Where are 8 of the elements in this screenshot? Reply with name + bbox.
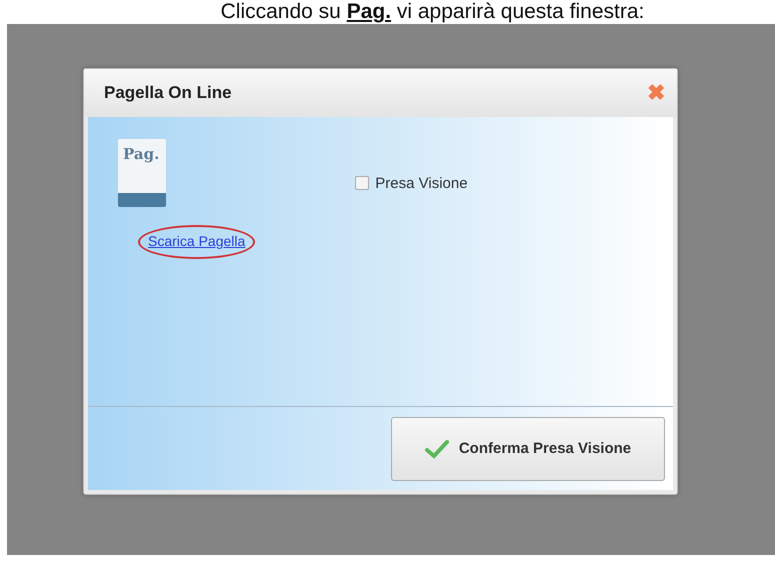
checkbox[interactable] (355, 176, 370, 190)
caption-text: Cliccando su Pag. vi apparirà questa finestra: (220, 0, 646, 24)
dialog-title: Pagella On Line (104, 83, 232, 103)
checkbox-label: Presa Visione (375, 174, 468, 192)
download-link[interactable]: Scarica Pagella (148, 233, 246, 249)
document-icon[interactable]: Pag. (118, 139, 166, 207)
check-icon (424, 438, 449, 458)
confirm-button[interactable]: Conferma Presa Visione (391, 416, 665, 480)
